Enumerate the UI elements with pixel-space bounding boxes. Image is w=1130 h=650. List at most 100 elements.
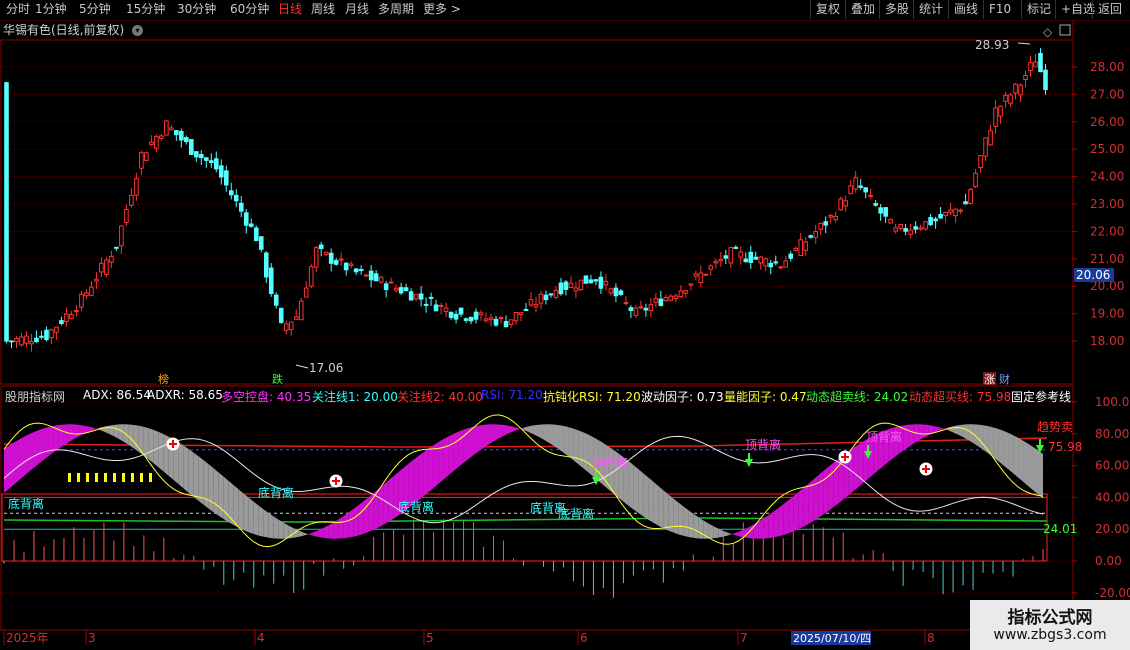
indicator-label-4: 关注线1: 20.00 xyxy=(312,390,398,404)
candle-body xyxy=(258,236,264,250)
ribbon-segment xyxy=(853,444,859,492)
dropdown-icon[interactable]: ▾ xyxy=(132,25,144,36)
candle-body xyxy=(94,278,99,282)
trend-sell-label: 趋势卖 xyxy=(1037,420,1073,434)
candle-body xyxy=(763,258,769,267)
candle-body xyxy=(69,314,74,320)
ribbon-segment xyxy=(833,458,839,508)
ribbon-segment xyxy=(443,436,449,480)
candle-body xyxy=(773,261,779,264)
ribbon-segment xyxy=(238,489,244,531)
toolbar-button-5[interactable]: F10 xyxy=(983,0,1016,19)
ribbon-segment xyxy=(253,501,259,536)
candle-body xyxy=(228,190,234,196)
indicator-label-2: ADXR: 58.65 xyxy=(147,388,223,402)
period-tab-2[interactable]: 5分钟 xyxy=(79,0,111,19)
bottom-div-label-1: 底背离 xyxy=(258,485,294,500)
ribbon-segment xyxy=(183,445,189,493)
signal-dash xyxy=(131,473,134,482)
indicator-label-7: 抗钝化RSI: 71.20 xyxy=(543,390,641,404)
candle-body xyxy=(49,329,54,339)
period-tab-1[interactable]: 1分钟 xyxy=(35,0,67,19)
candle-body xyxy=(943,211,948,217)
candle-body xyxy=(628,307,634,312)
ribbon-segment xyxy=(463,428,469,463)
candle-body xyxy=(263,252,269,278)
toolbar-button-0[interactable]: 复权 xyxy=(810,0,845,19)
candle-body xyxy=(593,279,599,282)
period-tab-5[interactable]: 60分钟 xyxy=(230,0,269,19)
candle-body xyxy=(243,212,249,226)
candle-body xyxy=(154,136,159,149)
toolbar-button-8[interactable]: 返回 xyxy=(1092,0,1127,19)
candle-body xyxy=(199,154,204,159)
period-tab-3[interactable]: 15分钟 xyxy=(126,0,165,19)
ribbon-segment xyxy=(978,424,984,450)
ribbon-segment xyxy=(248,497,254,535)
period-tab-6[interactable]: 日线 xyxy=(278,0,302,19)
watermark-url: www.zbgs3.com xyxy=(993,627,1107,643)
period-tab-10[interactable]: 更多 > xyxy=(423,0,461,19)
period-tab-4[interactable]: 30分钟 xyxy=(177,0,216,19)
candle-body xyxy=(968,188,973,204)
candle-body xyxy=(169,127,174,131)
toolbar-button-2[interactable]: 多股 xyxy=(879,0,914,19)
ribbon-segment xyxy=(828,462,834,512)
period-tab-8[interactable]: 月线 xyxy=(345,0,369,19)
candle-body xyxy=(988,130,993,146)
signal-dash xyxy=(122,473,125,482)
ribbon-segment xyxy=(203,460,209,509)
ribbon-segment xyxy=(628,461,634,510)
candle-body xyxy=(513,311,519,322)
ribbon-segment xyxy=(38,428,44,464)
ribbon-segment xyxy=(453,431,459,472)
candle-body xyxy=(583,275,589,284)
candle-body xyxy=(268,267,274,295)
signal-dash xyxy=(68,473,71,482)
signal-dash xyxy=(113,473,116,482)
ribbon-segment xyxy=(803,483,809,527)
candle-body xyxy=(288,321,294,330)
ribbon-segment xyxy=(313,530,319,538)
candle-body xyxy=(868,194,873,197)
toolbar-button-3[interactable]: 统计 xyxy=(913,0,948,19)
candle-body xyxy=(393,287,399,291)
candle-body xyxy=(248,223,254,227)
candle-body xyxy=(823,221,829,226)
candle-body xyxy=(833,215,839,221)
ribbon-segment xyxy=(13,439,19,485)
marker-die: 跌 xyxy=(272,372,283,386)
candle-body xyxy=(803,241,809,251)
candle-body xyxy=(293,316,299,320)
signal-dash xyxy=(140,473,143,482)
price-tick-label: 25.00 xyxy=(1090,142,1124,156)
candle-body xyxy=(348,263,354,267)
candle-body xyxy=(698,272,704,284)
period-tab-0[interactable]: 分时 xyxy=(6,0,30,19)
ribbon-segment xyxy=(343,512,349,539)
period-tab-9[interactable]: 多周期 xyxy=(378,0,414,19)
candle-body xyxy=(848,185,853,194)
toolbar-button-6[interactable]: 标记 xyxy=(1021,0,1056,19)
candle-body xyxy=(523,308,529,311)
indicator-tick-label: 80.00 xyxy=(1095,427,1129,441)
candle-body xyxy=(638,306,644,309)
ribbon-segment xyxy=(388,476,394,522)
oversold-line xyxy=(3,517,1048,523)
candle-body xyxy=(1013,83,1018,94)
ribbon-segment xyxy=(963,424,969,440)
ribbon-segment xyxy=(528,425,534,435)
toolbar-button-1[interactable]: 叠加 xyxy=(845,0,880,19)
kline-chart[interactable]: 28.00 27.00 26.00 25.00 24.00 23.00 22.00 21.00… xyxy=(0,20,1130,650)
ribbon-segment xyxy=(323,525,329,539)
candle-body xyxy=(568,282,574,288)
stock-title-bar: 华锡有色(日线,前复权) ▾ xyxy=(3,21,144,38)
ribbon-segment xyxy=(683,506,689,537)
ribbon-segment xyxy=(423,448,429,497)
band-frame xyxy=(1,493,1048,562)
candle-body xyxy=(948,209,953,213)
toolbar-button-4[interactable]: 画线 xyxy=(948,0,983,19)
period-tab-7[interactable]: 周线 xyxy=(311,0,335,19)
candle-body xyxy=(633,307,639,316)
candle-body xyxy=(1038,52,1043,73)
